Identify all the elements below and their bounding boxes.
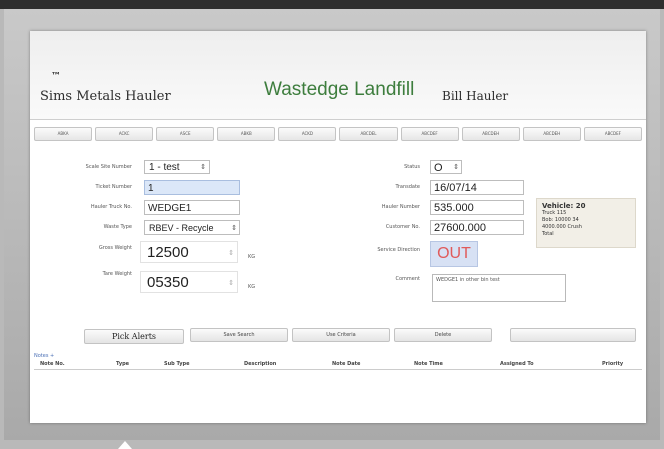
column-header[interactable]: Description xyxy=(244,361,276,367)
delete-button[interactable]: Delete xyxy=(394,328,492,342)
gross-weight-label: Gross Weight xyxy=(98,245,132,251)
chevron-updown-icon: ⇕ xyxy=(231,221,237,234)
chevron-updown-icon: ⇕ xyxy=(453,164,459,171)
tab-5[interactable]: ACKD xyxy=(278,127,337,141)
gross-weight-field[interactable]: 12500 ⇕ xyxy=(140,241,238,263)
app-screen: ᵀᴹ Sims Metals Hauler Wastedge Landfill … xyxy=(30,31,646,423)
vehicle-info-line: Truck 115 xyxy=(542,210,567,216)
comment-field[interactable]: WEDGE1 in other bin test xyxy=(432,274,566,302)
tab-2[interactable]: ACKC xyxy=(95,127,154,141)
column-header[interactable]: Note Date xyxy=(332,361,360,367)
column-header[interactable]: Assigned To xyxy=(500,361,534,367)
column-header[interactable]: Type xyxy=(116,361,129,367)
status-select[interactable]: O ⇕ xyxy=(430,160,462,174)
logo: ᵀᴹ xyxy=(52,71,60,79)
pick-alerts-button[interactable]: Pick Alerts xyxy=(84,329,184,344)
tare-weight-field[interactable]: 05350 ⇕ xyxy=(140,271,238,293)
pointer-notch xyxy=(118,441,132,449)
monitor-top-bezel xyxy=(0,0,664,9)
stepper-icon[interactable]: ⇕ xyxy=(228,273,234,292)
tab-bar: ABKA ACKC ASCE ABKB ACKD ABCDEL ABCDEF A… xyxy=(34,127,642,141)
column-header[interactable]: Note No. xyxy=(40,361,65,367)
hauler-number-label: Hauler Number xyxy=(381,204,420,210)
scale-site-value: 1 - test xyxy=(149,162,180,173)
waste-type-select[interactable]: RBEV - Recycle ⇕ xyxy=(144,220,240,235)
notes-table-header: Note No. Type Sub Type Description Note … xyxy=(34,361,642,370)
tab-6[interactable]: ABCDEL xyxy=(339,127,398,141)
vehicle-info-line: 4000.000 Crush xyxy=(542,224,582,230)
waste-type-label: Waste Type xyxy=(103,224,132,230)
left-hauler-name: Sims Metals Hauler xyxy=(40,89,171,104)
scale-site-select[interactable]: 1 - test ⇕ xyxy=(144,160,210,174)
column-header[interactable]: Priority xyxy=(602,361,623,367)
vehicle-info-line: Bob: 10000 34 xyxy=(542,217,579,223)
right-hauler-name: Bill Hauler xyxy=(442,89,509,103)
notes-add-link[interactable]: Notes + xyxy=(34,353,54,359)
gross-weight-unit: KG xyxy=(248,254,256,260)
tare-weight-unit: KG xyxy=(248,284,256,290)
ticket-number-field[interactable]: 1 xyxy=(144,180,240,195)
scale-site-label: Scale Site Number xyxy=(85,164,132,170)
service-direction-label: Service Direction xyxy=(377,247,420,253)
hauler-truck-label: Hauler Truck No. xyxy=(90,204,132,210)
customer-no-field[interactable]: 27600.000 xyxy=(430,220,524,235)
tare-weight-label: Tare Weight xyxy=(102,271,132,277)
use-criteria-button[interactable]: Use Criteria xyxy=(292,328,390,342)
tab-1[interactable]: ABKA xyxy=(34,127,93,141)
tab-4[interactable]: ABKB xyxy=(217,127,276,141)
stepper-icon[interactable]: ⇕ xyxy=(228,243,234,262)
tab-9[interactable]: ABCDEH xyxy=(522,127,581,141)
hauler-truck-field[interactable]: WEDGE1 xyxy=(144,200,240,215)
service-direction-button[interactable]: OUT xyxy=(430,241,478,267)
save-search-button[interactable]: Save Search xyxy=(190,328,288,342)
chevron-updown-icon: ⇕ xyxy=(200,164,206,171)
monitor: ᵀᴹ Sims Metals Hauler Wastedge Landfill … xyxy=(4,9,660,449)
page-title: Wastedge Landfill xyxy=(264,79,415,100)
tare-weight-value: 05350 xyxy=(147,274,189,291)
transdate-field[interactable]: 16/07/14 xyxy=(430,180,524,195)
vehicle-info-line: Total xyxy=(542,231,554,237)
waste-type-value: RBEV - Recycle xyxy=(149,223,214,233)
comment-label: Comment xyxy=(395,276,421,282)
column-header[interactable]: Sub Type xyxy=(164,361,190,367)
status-label: Status xyxy=(404,164,420,170)
header xyxy=(30,31,646,120)
tab-10[interactable]: ABCDEF xyxy=(583,127,642,141)
transdate-label: Transdate xyxy=(395,184,421,190)
customer-no-label: Customer No. xyxy=(385,224,420,230)
hauler-number-field[interactable]: 535.000 xyxy=(430,200,524,215)
tab-3[interactable]: ASCE xyxy=(156,127,215,141)
ticket-number-label: Ticket Number xyxy=(95,184,132,190)
vehicle-info-line: Vehicle: 20 xyxy=(542,202,586,210)
gross-weight-value: 12500 xyxy=(147,244,189,261)
vehicle-info-panel: Vehicle: 20 Truck 115 Bob: 10000 34 4000… xyxy=(536,198,636,248)
blank-button[interactable] xyxy=(510,328,636,342)
status-value: O xyxy=(434,162,443,174)
tab-8[interactable]: ABCDEH xyxy=(461,127,520,141)
tab-7[interactable]: ABCDEF xyxy=(400,127,459,141)
column-header[interactable]: Note Time xyxy=(414,361,443,367)
